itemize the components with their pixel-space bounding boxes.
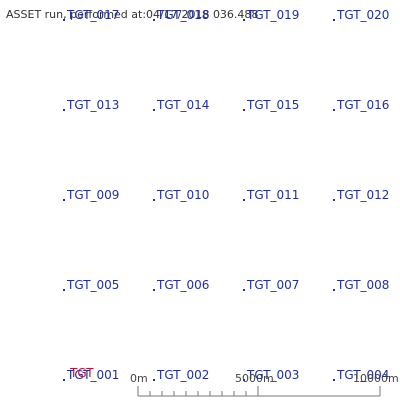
target-text: TGT_014	[157, 98, 210, 112]
target-marker-icon	[333, 109, 335, 111]
target-marker-icon	[333, 379, 335, 381]
target-text: TGT_011	[247, 188, 300, 202]
target-text: TGT_006	[157, 278, 210, 292]
target-text: TGT_005	[67, 278, 120, 292]
target-label[interactable]: TGT_007	[243, 278, 299, 292]
target-label[interactable]: TGT_009	[63, 188, 119, 202]
target-marker-icon	[63, 199, 65, 201]
target-marker-icon	[333, 19, 335, 21]
target-marker-icon	[333, 289, 335, 291]
target-text: TGT_019	[247, 8, 300, 22]
target-marker-icon	[333, 199, 335, 201]
target-marker-icon	[153, 289, 155, 291]
target-label[interactable]: TGT_010	[153, 188, 209, 202]
target-label[interactable]: TGT_018	[153, 8, 209, 22]
target-text: TGT_008	[337, 278, 390, 292]
target-text: TGT_018	[157, 8, 210, 22]
scale-start-label: 0m	[130, 372, 148, 385]
target-text: TGT_002	[157, 368, 210, 382]
target-label[interactable]: TGT_012	[333, 188, 389, 202]
header-text: ASSET run, performed at:04/17/2018 036.4…	[6, 8, 259, 21]
target-marker-icon	[243, 19, 245, 21]
target-label[interactable]: TGT_011	[243, 188, 299, 202]
target-text: TGT_013	[67, 98, 120, 112]
target-text: TGT_015	[247, 98, 300, 112]
target-label[interactable]: TGT_013	[63, 98, 119, 112]
target-marker-icon	[63, 19, 65, 21]
target-label[interactable]: TGT_002	[153, 368, 209, 382]
target-text: TGT_007	[247, 278, 300, 292]
target-label[interactable]: TGT_017	[63, 8, 119, 22]
target-marker-icon	[63, 289, 65, 291]
target-marker-icon	[153, 19, 155, 21]
target-marker-icon	[153, 199, 155, 201]
scale-end-label: 10000m	[353, 372, 399, 385]
target-label[interactable]: TGT_006	[153, 278, 209, 292]
target-marker-icon	[243, 289, 245, 291]
target-label[interactable]: TGT_015	[243, 98, 299, 112]
extra-tgt-label: TGT	[70, 366, 94, 380]
target-text: TGT_009	[67, 188, 120, 202]
target-label[interactable]: TGT_008	[333, 278, 389, 292]
target-label[interactable]: TGT_005	[63, 278, 119, 292]
target-text: TGT_020	[337, 8, 390, 22]
scale-bar-lines	[137, 386, 381, 397]
target-text: TGT_010	[157, 188, 210, 202]
target-marker-icon	[153, 379, 155, 381]
target-label[interactable]: TGT_016	[333, 98, 389, 112]
target-text: TGT_017	[67, 8, 120, 22]
target-label[interactable]: TGT_020	[333, 8, 389, 22]
target-text: TGT_016	[337, 98, 390, 112]
target-label[interactable]: TGT_019	[243, 8, 299, 22]
target-label[interactable]: TGT_014	[153, 98, 209, 112]
target-marker-icon	[243, 199, 245, 201]
scale-mid-label: 5000m	[235, 372, 274, 385]
target-marker-icon	[63, 109, 65, 111]
target-marker-icon	[243, 109, 245, 111]
target-marker-icon	[63, 379, 65, 381]
target-text: TGT_012	[337, 188, 390, 202]
target-marker-icon	[153, 109, 155, 111]
